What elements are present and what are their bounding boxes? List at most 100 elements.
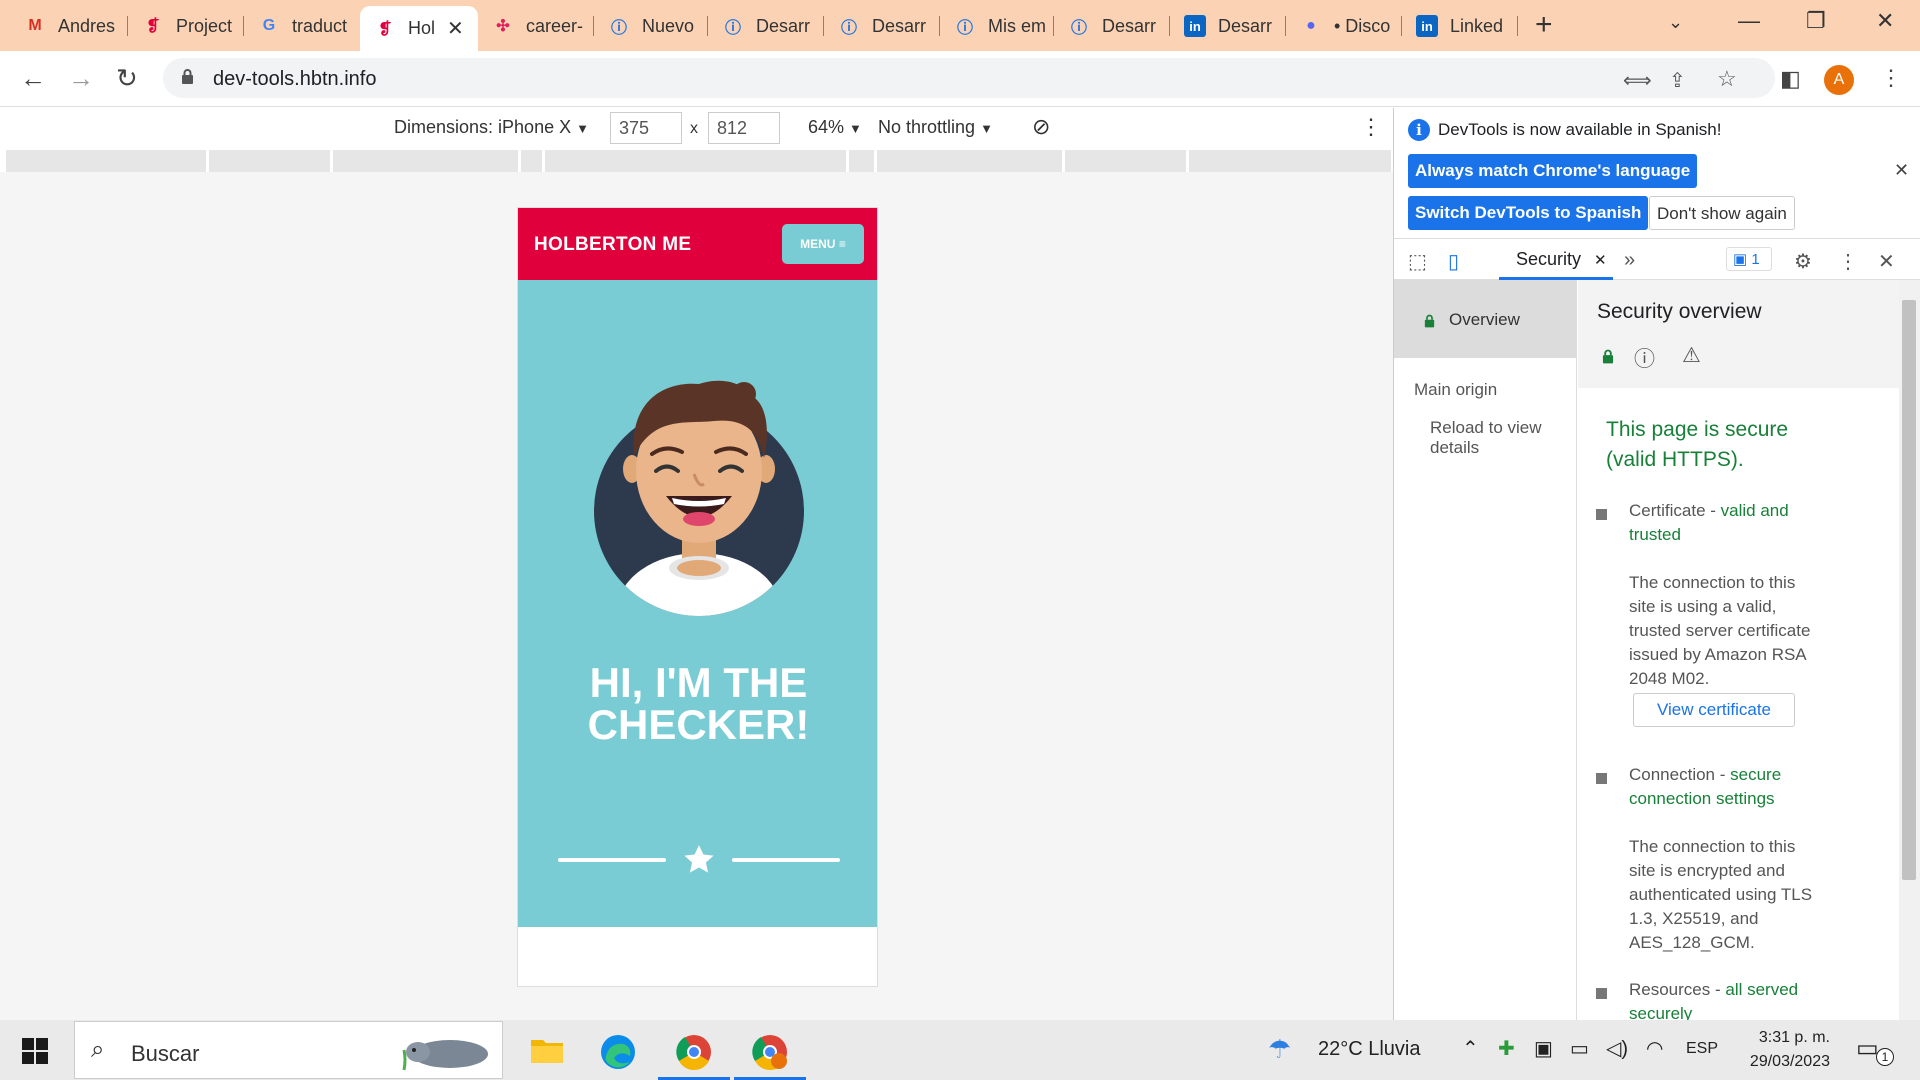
menu-label: MENU [800, 237, 836, 251]
taskbar-chrome[interactable] [658, 1026, 730, 1080]
site-brand[interactable]: HOLBERTON ME [534, 234, 691, 256]
close-window-button[interactable]: ✕ [1876, 8, 1894, 34]
match-language-button[interactable]: Always match Chrome's language [1408, 154, 1698, 188]
menu-button[interactable]: MENU ≡ [782, 224, 864, 264]
media-query-ruler[interactable] [6, 150, 1391, 172]
chrome-menu-icon[interactable]: ⋮ [1880, 65, 1902, 91]
rotate-icon[interactable]: ⊘ [1032, 114, 1050, 140]
hero-title-line2: CHECKER! [587, 701, 810, 748]
taskbar-chrome-profile[interactable] [734, 1026, 806, 1080]
battery-icon[interactable]: ▭ [1570, 1036, 1589, 1061]
profile-avatar[interactable]: A [1824, 65, 1854, 95]
reload-icon[interactable]: ↻ [116, 65, 138, 91]
tab-desarr-2[interactable]: ⓘ Desarr [824, 8, 940, 44]
scrollbar-thumb[interactable] [1902, 300, 1916, 880]
infobar-message: DevTools is now available in Spanish! [1438, 120, 1722, 139]
devtools-menu-icon[interactable]: ⋮ [1838, 249, 1858, 274]
back-arrow-icon[interactable]: ← [20, 65, 46, 91]
tab-separator [1517, 16, 1518, 36]
tab-mis-em[interactable]: ⓘ Mis em [940, 8, 1054, 44]
throttling-select[interactable]: No throttling ▼ [878, 117, 993, 138]
volume-icon[interactable]: ◁) [1606, 1036, 1628, 1061]
restore-button[interactable]: ❐ [1806, 8, 1826, 34]
holberton-icon: ❡ [146, 18, 160, 35]
forward-arrow-icon[interactable]: → [68, 65, 94, 91]
dont-show-again-button[interactable]: Don't show again [1649, 196, 1795, 230]
tab-desarr-3[interactable]: ⓘ Desarr [1054, 8, 1170, 44]
weather-rain-icon[interactable]: ☂ [1268, 1034, 1291, 1065]
clock-time: 3:31 p. m. [1758, 1029, 1830, 1046]
height-input[interactable]: 812 [708, 112, 780, 144]
more-tabs-icon[interactable]: » [1624, 249, 1635, 272]
search-icon: ⌕ [91, 1036, 105, 1063]
tab-security-label: Security [1516, 249, 1582, 269]
inspect-element-icon[interactable]: ⬚ [1408, 249, 1427, 274]
holberton-icon: ❡ [378, 20, 392, 38]
weather-text[interactable]: 22°C Lluvia [1318, 1038, 1421, 1061]
zoom-label: 64% [808, 117, 845, 137]
taskbar-file-explorer[interactable] [510, 1026, 582, 1080]
side-panel-icon[interactable]: ◧ [1780, 66, 1801, 92]
tab-search-icon[interactable]: ⌄ [1668, 12, 1683, 33]
dimensions-select[interactable]: Dimensions: iPhone X ▼ [394, 117, 589, 138]
more-options-icon[interactable]: ⋮ [1360, 114, 1382, 140]
emulated-phone-screen: HOLBERTON ME MENU ≡ HI, I'M THE CHECKER! [517, 207, 878, 987]
tab-nuevo[interactable]: ⓘ Nuevo [594, 8, 708, 44]
certificate-desc-line: The connection to this [1629, 573, 1796, 592]
tab-strip: M Andres ❡ Project G traduct ❡ Hol ✕ ✣ c… [0, 0, 1920, 51]
tab-translate[interactable]: G traduct [244, 8, 360, 44]
tab-linkedin-desarr[interactable]: in Desarr [1170, 8, 1286, 44]
connection-desc-line: AES_128_GCM. [1629, 933, 1755, 952]
connection-desc-line: site is encrypted and [1629, 861, 1785, 880]
star-icon [684, 845, 714, 873]
taskbar-search-box[interactable]: ⌕ Buscar [74, 1021, 503, 1079]
close-tab-icon[interactable]: ✕ [447, 16, 464, 41]
device-toggle-icon[interactable]: ▯ [1448, 249, 1459, 274]
wifi-icon[interactable]: ◠ [1646, 1036, 1663, 1061]
tab-discord[interactable]: ● • Disco [1286, 8, 1402, 44]
close-devtools-icon[interactable]: ✕ [1878, 249, 1895, 274]
tab-security[interactable]: Security ✕ [1499, 239, 1613, 280]
tab-linkedin[interactable]: in Linked [1402, 8, 1518, 44]
translate-icon[interactable]: ⟺ [1623, 68, 1652, 93]
settings-gear-icon[interactable]: ⚙ [1794, 249, 1812, 274]
tab-slack[interactable]: ✣ career- [478, 8, 594, 44]
connection-bullet-icon [1596, 773, 1607, 784]
tab-title: Mis em [988, 15, 1046, 36]
taskbar-edge[interactable] [582, 1026, 654, 1080]
new-tab-button[interactable]: + [1535, 10, 1553, 40]
certificate-status-2: trusted [1629, 525, 1681, 544]
tab-desarr-1[interactable]: ⓘ Desarr [708, 8, 824, 44]
notification-center-button[interactable]: ▭ 1 [1856, 1034, 1896, 1070]
devtools-scrollbar[interactable] [1899, 280, 1920, 1020]
close-tab-icon[interactable]: ✕ [1594, 252, 1607, 269]
address-bar[interactable]: dev-tools.hbtn.info ⟺ ⇪ ☆ [163, 58, 1775, 98]
tab-title: career- [526, 15, 584, 36]
tab-holberton-active[interactable]: ❡ Hol ✕ [360, 6, 478, 51]
width-input[interactable]: 375 [610, 112, 682, 144]
issues-count: 1 [1751, 251, 1760, 268]
tray-app-icon[interactable]: ✚ [1498, 1036, 1515, 1061]
show-hidden-icons-chevron-icon[interactable]: ⌃ [1462, 1036, 1479, 1061]
input-language[interactable]: ESP [1686, 1040, 1718, 1058]
certificate-bullet-icon [1596, 509, 1607, 520]
close-infobar-icon[interactable]: ✕ [1894, 160, 1909, 181]
share-icon[interactable]: ⇪ [1669, 68, 1686, 93]
certificate-desc-line: issued by Amazon RSA [1629, 645, 1807, 664]
sidebar-reload-details[interactable]: Reload to view details [1430, 418, 1576, 458]
bookmark-star-icon[interactable]: ☆ [1717, 66, 1737, 92]
tab-project[interactable]: ❡ Project [128, 8, 244, 44]
tray-monitor-icon[interactable]: ▣ [1534, 1036, 1553, 1061]
switch-to-spanish-button[interactable]: Switch DevTools to Spanish [1408, 196, 1649, 230]
resources-heading: Resources - all served securely [1629, 978, 1798, 1020]
issues-counter[interactable]: ▣ 1 [1726, 247, 1772, 271]
tab-gmail[interactable]: M Andres [10, 8, 128, 44]
sidebar-item-overview[interactable]: Overview [1394, 280, 1576, 358]
zoom-select[interactable]: 64% ▼ [808, 117, 862, 138]
sidebar-overview-label: Overview [1449, 310, 1520, 329]
taskbar-clock[interactable]: 3:31 p. m. 29/03/2023 [1740, 1026, 1830, 1074]
minimize-button[interactable]: — [1738, 8, 1760, 34]
windows-start-icon[interactable] [22, 1038, 48, 1064]
checker-avatar-illustration [594, 380, 804, 616]
view-certificate-button[interactable]: View certificate [1633, 693, 1795, 727]
